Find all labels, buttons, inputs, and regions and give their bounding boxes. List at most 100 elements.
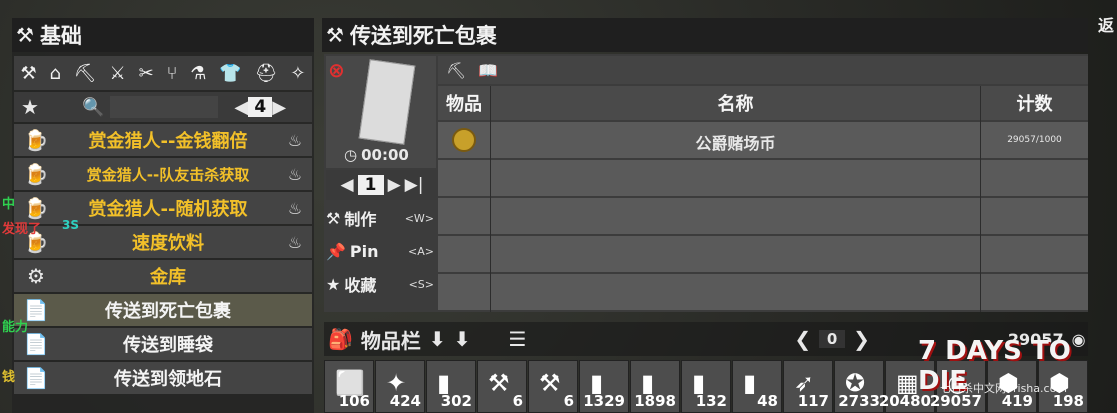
inventory-slot[interactable]: ▮ 302: [426, 360, 476, 413]
recipe-item[interactable]: 🍺 赏金猎人--队友击杀获取 ♨: [14, 158, 312, 190]
craft-time: 00:00: [361, 146, 409, 164]
slot-quantity: 302: [440, 392, 472, 410]
search-input[interactable]: [110, 96, 219, 118]
recipe-item[interactable]: 🍺 赏金猎人--随机获取 ♨: [14, 192, 312, 224]
inventory-slot[interactable]: ✦ 424: [375, 360, 425, 413]
slot-quantity: 106: [338, 392, 370, 410]
return-button[interactable]: 返: [1098, 12, 1114, 36]
inventory-slot[interactable]: ⬜ 106: [324, 360, 374, 413]
recipe-preview: ⊗ ◷ 00:00: [326, 56, 436, 168]
recipe-item-label: 速度饮料: [132, 233, 204, 254]
hud-text-timer: 3S: [62, 218, 79, 232]
slot-quantity: 1898: [634, 392, 676, 410]
hammer-icon: ⚒: [16, 23, 34, 47]
recipe-item-label: 赏金猎人--队友击杀获取: [86, 165, 250, 184]
paper-icon: 📄: [23, 366, 49, 390]
tab-farming-icon[interactable]: ⑂: [167, 63, 178, 84]
recipe-item[interactable]: 🍺 赏金猎人--金钱翻倍 ♨: [14, 124, 312, 156]
page-prev-button[interactable]: ◀: [234, 97, 248, 118]
slot-quantity: 132: [695, 392, 727, 410]
paper-icon: [358, 59, 416, 145]
slot-quantity: 424: [389, 392, 421, 410]
recipe-category-title: 基础: [39, 24, 82, 48]
recipe-category-header: ⚒ 基础: [12, 18, 314, 52]
star-icon: ★: [326, 274, 341, 294]
sort-down-icon[interactable]: ⬇: [429, 327, 446, 351]
quantity-increase-button[interactable]: ▶: [388, 175, 401, 195]
quantity-value[interactable]: 1: [357, 175, 384, 195]
action-button[interactable]: ⚒ 制作 <W>: [326, 202, 438, 234]
inventory-slot[interactable]: ▮ 1329: [579, 360, 629, 413]
recipe-item[interactable]: 📄 传送到领地石: [14, 362, 312, 394]
backpack-icon: 🎒: [328, 327, 353, 351]
favorites-star-icon[interactable]: ★: [14, 95, 46, 119]
column-header-item: 物品: [438, 86, 490, 120]
inventory-slot[interactable]: ▮ 48: [732, 360, 782, 413]
action-button[interactable]: ★ 收藏 <S>: [326, 268, 438, 300]
close-icon[interactable]: ⊗: [328, 58, 345, 82]
ingredient-name: 公爵赌场币: [695, 134, 776, 153]
hud-text-zhong: 中: [2, 197, 16, 212]
recipe-item-label: 传送到死亡包裹: [105, 301, 231, 322]
stack-sort-icon[interactable]: ☰: [508, 327, 526, 351]
ingredients-toolbar: ⛏ 📖: [438, 56, 1088, 84]
inventory-slot[interactable]: ➶ 117: [783, 360, 833, 413]
recipe-item-label: 传送到领地石: [114, 369, 222, 390]
recipe-detail-title: 传送到死亡包裹: [349, 24, 497, 48]
coin-icon: [452, 128, 476, 152]
recipe-item[interactable]: 📄 传送到死亡包裹: [14, 294, 312, 326]
tool-icon: ⚒: [539, 369, 561, 397]
workstation-required-icon: ♨: [287, 198, 303, 218]
quantity-max-button[interactable]: ▶|: [405, 175, 424, 195]
inventory-slot[interactable]: ⚒ 6: [528, 360, 578, 413]
hud-text-discovered: 发现了: [2, 222, 42, 237]
ingredient-row-empty: [438, 274, 1088, 310]
tab-science-icon[interactable]: ⚗: [190, 63, 206, 84]
inventory-slot[interactable]: ▮ 132: [681, 360, 731, 413]
drink-icon: 🍺: [23, 162, 49, 186]
workstation-icon: ⛏: [446, 60, 467, 80]
hud-text-ability: 能力: [2, 320, 29, 335]
slot-quantity: 117: [797, 392, 829, 410]
tab-traps-icon[interactable]: ✧: [290, 63, 305, 84]
site-watermark: 七日杀中文网7risha.com: [940, 382, 1068, 395]
action-button[interactable]: 📌 Pin <A>: [326, 235, 438, 267]
hud-text-money: 钱: [2, 370, 16, 385]
recipe-item-label: 赏金猎人--金钱翻倍: [88, 131, 248, 152]
tab-all-icon[interactable]: ⚒: [20, 63, 36, 84]
inventory-next-button[interactable]: ❯: [853, 327, 870, 351]
inventory-slot[interactable]: ⚒ 6: [477, 360, 527, 413]
recipe-item[interactable]: 🍺 速度饮料 ♨: [14, 226, 312, 258]
column-header-count: 计数: [981, 86, 1088, 120]
hammer-icon: ⚒: [326, 23, 344, 47]
ingredient-row-empty: [438, 236, 1088, 272]
ingredient-row-empty: [438, 160, 1088, 196]
action-hotkey: <A>: [408, 244, 434, 258]
tab-tools-icon[interactable]: ✂: [139, 63, 154, 84]
slot-quantity: 48: [757, 392, 778, 410]
sort-down-icon[interactable]: ⬇: [454, 327, 471, 351]
action-label: 收藏: [344, 276, 377, 295]
recipe-item[interactable]: ⚙ 金库: [14, 260, 312, 292]
recipe-item[interactable]: 📄 传送到睡袋: [14, 328, 312, 360]
recipe-item-label: 传送到睡袋: [123, 335, 213, 356]
recipe-item-label: 赏金猎人--随机获取: [88, 199, 248, 220]
workstation-required-icon: ♨: [287, 130, 303, 150]
ingredient-row-empty: [438, 198, 1088, 234]
inventory-slot[interactable]: ✪ 2733: [834, 360, 884, 413]
tab-clothing-icon[interactable]: 👕: [219, 63, 241, 84]
page-next-button[interactable]: ▶: [272, 97, 286, 118]
quantity-decrease-button[interactable]: ◀: [341, 175, 354, 195]
action-hotkey: <W>: [404, 211, 434, 225]
book-icon: 📖: [478, 60, 499, 80]
tab-armor-icon[interactable]: ⛑: [255, 63, 278, 84]
tab-weapon-icon[interactable]: ⚔: [110, 63, 126, 84]
column-header-name: 名称: [491, 86, 980, 120]
clock-icon: ◷: [344, 146, 358, 164]
tab-building-icon[interactable]: ⌂: [49, 63, 60, 84]
ingredient-count: 29057/1000: [1007, 135, 1062, 145]
inventory-prev-button[interactable]: ❮: [794, 327, 811, 351]
ammo-icon: ▮: [743, 369, 757, 397]
inventory-slot[interactable]: ▮ 1898: [630, 360, 680, 413]
tab-workstation-icon[interactable]: ⛏: [74, 63, 97, 84]
